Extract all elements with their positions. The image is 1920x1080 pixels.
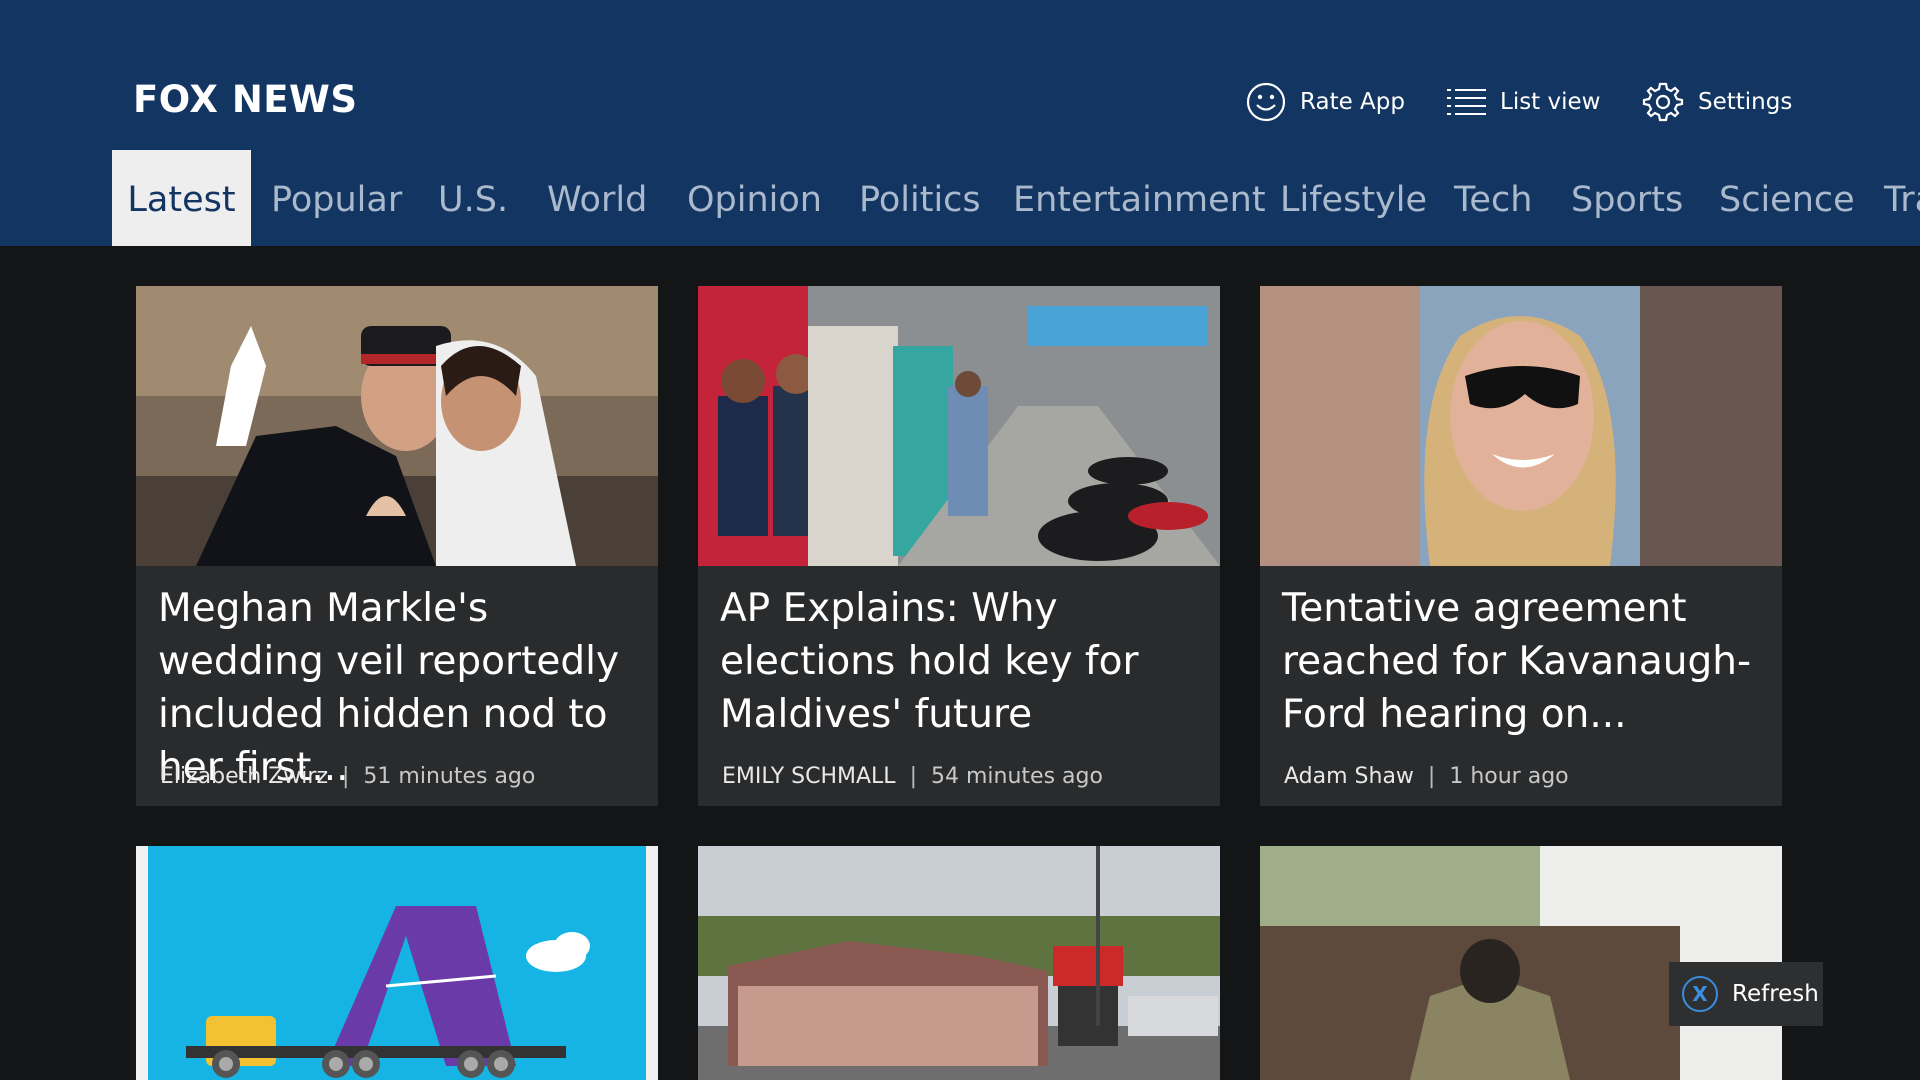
article-thumbnail xyxy=(136,846,658,1080)
tab-sports[interactable]: Sports xyxy=(1571,150,1683,246)
tab-travel[interactable]: Tra xyxy=(1884,150,1920,246)
tab-entertainment[interactable]: Entertainment xyxy=(1013,150,1266,246)
article-card[interactable] xyxy=(136,846,658,1080)
settings-label: Settings xyxy=(1698,89,1793,115)
article-card[interactable]: Meghan Markle's wedding veil reportedly … xyxy=(136,286,658,806)
article-thumbnail xyxy=(698,846,1220,1080)
article-card[interactable]: Tentative agreement reached for Kavanaug… xyxy=(1260,286,1782,806)
article-meta: EMILY SCHMALL | 54 minutes ago xyxy=(722,764,1103,789)
tab-popular[interactable]: Popular xyxy=(271,150,402,246)
article-card[interactable]: AP Explains: Why elections hold key for … xyxy=(698,286,1220,806)
tab-tech[interactable]: Tech xyxy=(1454,150,1532,246)
list-view-button[interactable]: List view xyxy=(1446,80,1600,124)
list-view-label: List view xyxy=(1500,89,1601,115)
tab-opinion[interactable]: Opinion xyxy=(687,150,822,246)
tab-world[interactable]: World xyxy=(547,150,647,246)
article-author: Elizabeth Zwirz xyxy=(160,764,328,789)
tab-politics[interactable]: Politics xyxy=(859,150,981,246)
article-meta: Adam Shaw | 1 hour ago xyxy=(1284,764,1569,789)
article-headline: Tentative agreement reached for Kavanaug… xyxy=(1282,586,1752,737)
list-icon xyxy=(1446,87,1486,117)
refresh-label: Refresh xyxy=(1732,981,1819,1007)
article-time: 1 hour ago xyxy=(1449,764,1569,789)
tab-us[interactable]: U.S. xyxy=(438,150,508,246)
smiley-icon xyxy=(1246,82,1286,122)
tab-latest[interactable]: Latest xyxy=(112,150,251,246)
article-thumbnail xyxy=(136,286,658,566)
settings-button[interactable]: Settings xyxy=(1642,80,1792,124)
refresh-button[interactable]: X Refresh xyxy=(1669,962,1823,1026)
app-header: FOX NEWS Rate App List view Settings Lat… xyxy=(0,0,1920,246)
gear-icon xyxy=(1642,81,1684,123)
article-headline: Meghan Markle's wedding veil reportedly … xyxy=(158,586,620,790)
article-time: 51 minutes ago xyxy=(363,764,536,789)
article-author: EMILY SCHMALL xyxy=(722,764,896,789)
app-logo: FOX NEWS xyxy=(133,78,358,121)
article-author: Adam Shaw xyxy=(1284,764,1414,789)
article-thumbnail xyxy=(1260,286,1782,566)
article-card[interactable] xyxy=(698,846,1220,1080)
category-tabs: Latest Popular U.S. World Opinion Politi… xyxy=(0,150,1920,246)
tab-science[interactable]: Science xyxy=(1719,150,1855,246)
rate-app-button[interactable]: Rate App xyxy=(1246,80,1405,124)
x-button-icon: X xyxy=(1682,976,1718,1012)
article-headline: AP Explains: Why elections hold key for … xyxy=(720,586,1139,737)
article-thumbnail xyxy=(698,286,1220,566)
article-meta: Elizabeth Zwirz | 51 minutes ago xyxy=(160,764,536,789)
article-time: 54 minutes ago xyxy=(930,764,1103,789)
tab-lifestyle[interactable]: Lifestyle xyxy=(1280,150,1427,246)
rate-app-label: Rate App xyxy=(1300,89,1405,115)
